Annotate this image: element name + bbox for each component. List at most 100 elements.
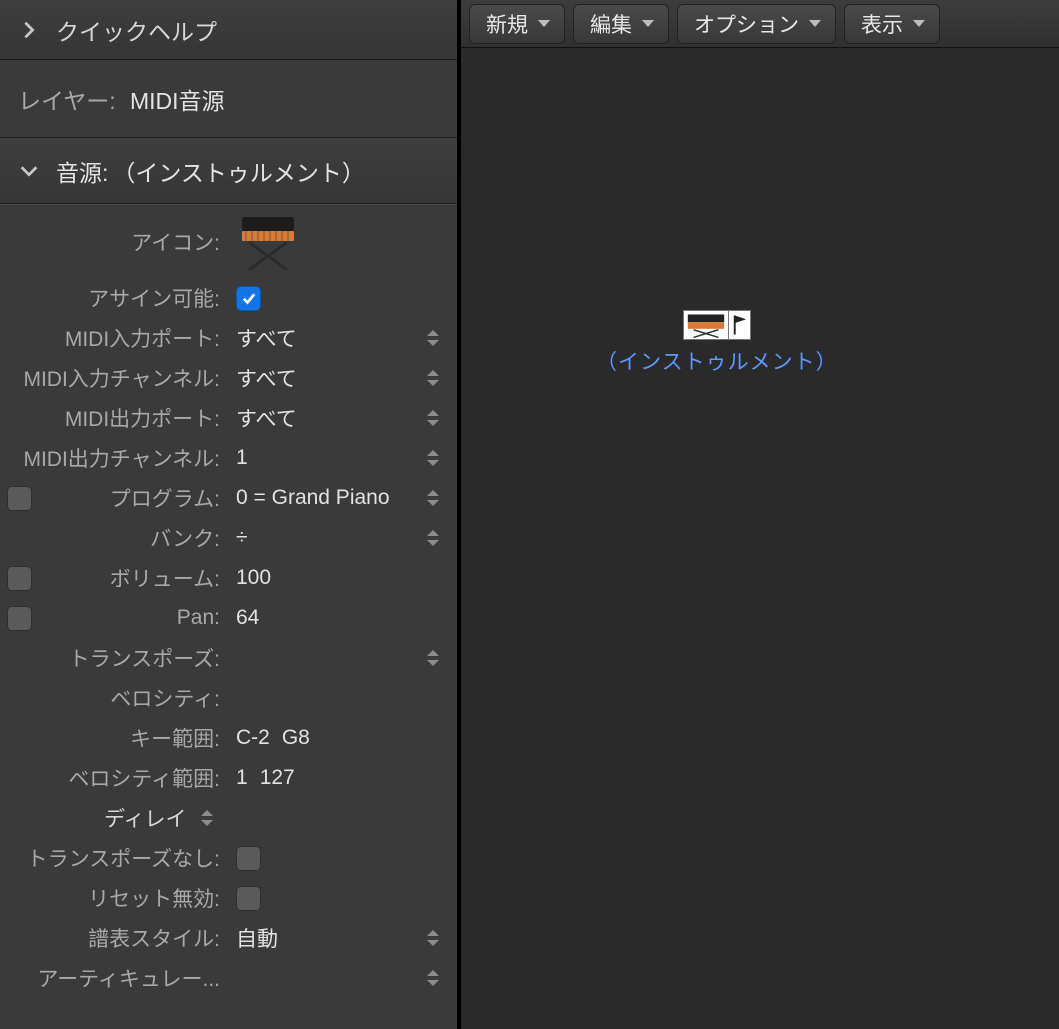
midi-out-ch-value: 1 [236,446,248,470]
quick-help-header[interactable]: クイックヘルプ [0,0,457,60]
vel-range-label: ベロシティ範囲: [38,763,226,793]
section-value: （インストゥルメント） [112,154,365,188]
prop-midi-out-ch[interactable]: MIDI出力チャンネル: 1 [0,438,457,478]
pan-value: 64 [236,606,259,630]
quick-help-label: クイックヘルプ [56,13,217,47]
flag-icon [729,310,751,340]
menu-edit-label: 編集 [590,9,632,39]
program-label: プログラム: [38,483,226,513]
midi-out-ch-label: MIDI出力チャンネル: [0,443,226,473]
prop-midi-out-port[interactable]: MIDI出力ポート: すべて [0,398,457,438]
pan-checkbox[interactable] [7,606,32,631]
synth-icon [683,310,729,340]
midi-in-ch-label: MIDI入力チャンネル: [0,363,226,393]
no-transpose-label: トランスポーズなし: [0,843,226,873]
key-range-high: G8 [282,726,310,749]
prop-assignable-label: アサイン可能: [38,283,226,313]
assignable-checkbox[interactable] [236,286,261,311]
bank-label: バンク: [38,523,226,553]
section-label: 音源: [56,154,108,188]
layer-row[interactable]: レイヤー: MIDI音源 [0,60,457,138]
vel-range-low: 1 [236,766,248,789]
midi-in-port-value: すべて [236,323,297,353]
volume-label: ボリューム: [38,563,226,593]
instrument-section-header[interactable]: 音源: （インストゥルメント） [0,138,457,204]
stepper-icon[interactable] [427,486,441,510]
menu-options[interactable]: オプション [677,4,836,44]
menu-new-label: 新規 [486,9,528,39]
menu-new[interactable]: 新規 [469,4,565,44]
menu-edit[interactable]: 編集 [573,4,669,44]
bank-value: ÷ [236,526,248,550]
property-list: アイコン: [0,204,457,1029]
prop-delay[interactable]: ディレイ [0,798,457,838]
reset-disable-checkbox[interactable] [236,886,261,911]
prop-bank[interactable]: バンク: ÷ [0,518,457,558]
environment-canvas[interactable]: （インストゥルメント） [461,48,1059,1029]
volume-checkbox[interactable] [7,566,32,591]
stepper-icon[interactable] [427,926,441,950]
program-checkbox[interactable] [7,486,32,511]
volume-value: 100 [236,566,271,590]
program-value: 0 = Grand Piano [236,486,390,510]
layer-value: MIDI音源 [130,82,225,116]
prop-reset-disable: リセット無効: [0,878,457,918]
workspace: 新規 編集 オプション 表示 [461,0,1059,1029]
stepper-icon[interactable] [427,646,441,670]
prop-pan[interactable]: Pan: 64 [0,598,457,638]
prop-articulation[interactable]: アーティキュレー... [0,958,457,998]
stepper-icon[interactable] [427,966,441,990]
key-range-low: C-2 [236,726,270,749]
no-transpose-checkbox[interactable] [236,846,261,871]
layer-label: レイヤー: [18,82,130,116]
prop-vel-range[interactable]: ベロシティ範囲: 1 127 [0,758,457,798]
midi-out-port-value: すべて [236,403,297,433]
stepper-icon[interactable] [427,446,441,470]
stepper-icon[interactable] [427,366,441,390]
velocity-label: ベロシティ: [38,683,226,713]
chevron-right-icon [18,19,40,41]
menu-view[interactable]: 表示 [844,4,940,44]
chevron-down-icon [913,20,925,27]
chevron-down-icon [18,160,40,182]
menu-view-label: 表示 [861,9,903,39]
stepper-icon[interactable] [427,406,441,430]
chevron-down-icon [538,20,550,27]
stepper-icon[interactable] [201,806,215,830]
prop-midi-in-port[interactable]: MIDI入力ポート: すべて [0,318,457,358]
articulation-label: アーティキュレー... [0,963,226,993]
stepper-icon[interactable] [427,526,441,550]
midi-in-ch-value: すべて [236,363,297,393]
workspace-toolbar: 新規 編集 オプション 表示 [461,0,1059,48]
staff-style-value: 自動 [236,923,278,953]
chevron-down-icon [809,20,821,27]
instrument-node[interactable]: （インストゥルメント） [596,310,838,376]
chevron-down-icon [642,20,654,27]
pan-label: Pan: [38,606,226,630]
transpose-label: トランスポーズ: [38,643,226,673]
prop-no-transpose: トランスポーズなし: [0,838,457,878]
vel-range-high: 127 [260,766,295,789]
prop-program[interactable]: プログラム: 0 = Grand Piano [0,478,457,518]
midi-out-port-label: MIDI出力ポート: [0,403,226,433]
synth-on-stand-icon [236,213,300,271]
menu-options-label: オプション [694,9,799,39]
prop-transpose[interactable]: トランスポーズ: [0,638,457,678]
reset-disable-label: リセット無効: [0,883,226,913]
inspector-panel: クイックヘルプ レイヤー: MIDI音源 音源: （インストゥルメント） アイコ… [0,0,461,1029]
prop-icon-label: アイコン: [38,227,226,257]
prop-staff-style[interactable]: 譜表スタイル: 自動 [0,918,457,958]
stepper-icon[interactable] [427,326,441,350]
prop-assignable: アサイン可能: [0,278,457,318]
key-range-label: キー範囲: [38,723,226,753]
midi-in-port-label: MIDI入力ポート: [0,323,226,353]
prop-icon-value[interactable] [226,213,457,271]
prop-velocity[interactable]: ベロシティ: [0,678,457,718]
prop-midi-in-ch[interactable]: MIDI入力チャンネル: すべて [0,358,457,398]
prop-key-range[interactable]: キー範囲: C-2 G8 [0,718,457,758]
prop-volume[interactable]: ボリューム: 100 [0,558,457,598]
prop-icon: アイコン: [0,204,457,278]
delay-label: ディレイ [104,803,193,833]
staff-style-label: 譜表スタイル: [0,923,226,953]
instrument-node-label: （インストゥルメント） [596,346,838,376]
